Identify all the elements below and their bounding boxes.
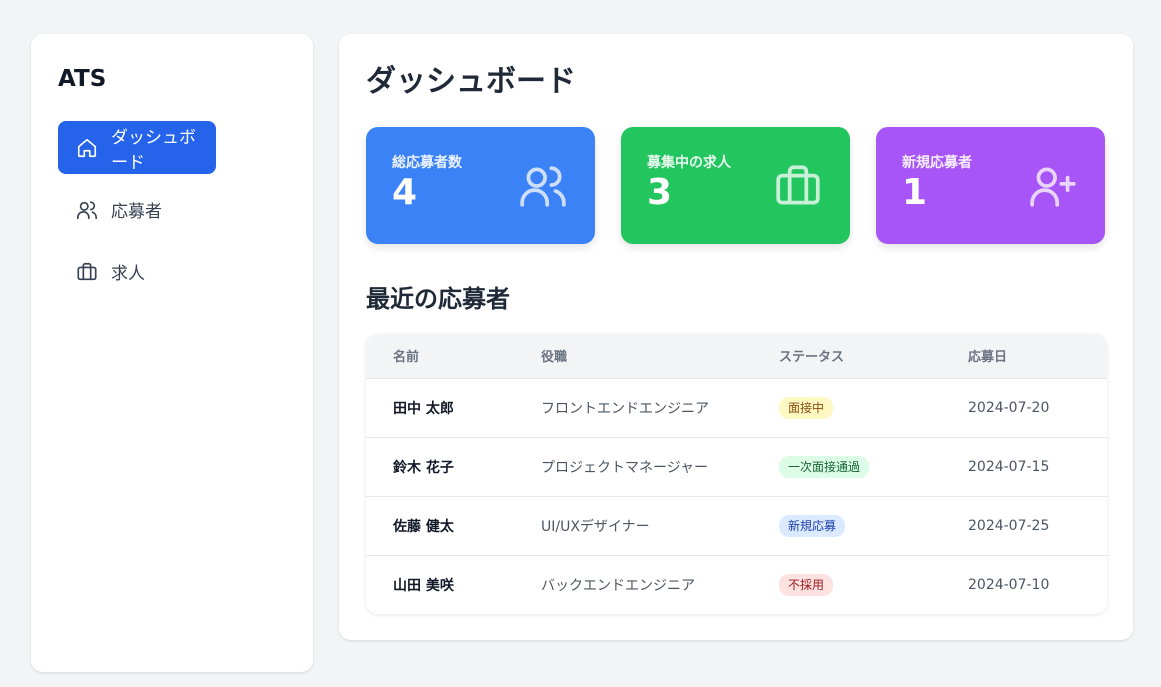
sidebar-item-applicants[interactable]: 応募者	[58, 183, 216, 236]
applicant-role: プロジェクトマネージャー	[541, 459, 709, 476]
sidebar-item-jobs[interactable]: 求人	[58, 245, 216, 298]
applicant-name: 田中 太郎	[393, 400, 454, 417]
status-badge: 一次面接通過	[779, 455, 870, 478]
sidebar-item-label: 応募者	[111, 202, 162, 222]
applied-date: 2024-07-15	[968, 458, 1050, 475]
applicant-role: バックエンドエンジニア	[541, 577, 695, 594]
users-icon	[76, 199, 98, 221]
applied-date: 2024-07-20	[968, 399, 1050, 416]
table-row[interactable]: 佐藤 健太 UI/UXデザイナー 新規応募 2024-07-25	[366, 496, 1107, 555]
main-panel: ダッシュボード 総応募者数 4 募集中の求人 3 新規応募者 1 最近の応募者 …	[339, 34, 1133, 640]
briefcase-icon	[773, 161, 823, 211]
table-header-row: 名前 役職 ステータス 応募日	[366, 334, 1107, 378]
status-badge: 面接中	[779, 396, 834, 419]
users-icon	[518, 161, 568, 211]
applicant-role: フロントエンドエンジニア	[541, 400, 709, 417]
sidebar-item-label: ダッシュボード	[111, 127, 196, 173]
sidebar: ATS ダッシュボード 応募者 求人	[31, 34, 313, 672]
column-header-role: 役職	[541, 350, 568, 366]
sidebar-item-label: 求人	[111, 264, 145, 284]
applicant-name: 鈴木 花子	[393, 459, 454, 476]
status-badge: 不採用	[779, 573, 834, 596]
app-brand: ATS	[58, 66, 107, 92]
applicant-name: 山田 美咲	[393, 577, 454, 594]
applied-date: 2024-07-25	[968, 517, 1050, 534]
column-header-date: 応募日	[968, 350, 1008, 366]
column-header-name: 名前	[393, 350, 420, 366]
table-row[interactable]: 鈴木 花子 プロジェクトマネージャー 一次面接通過 2024-07-15	[366, 437, 1107, 496]
status-badge: 新規応募	[779, 514, 846, 537]
stat-card-new-applicants: 新規応募者 1	[876, 127, 1105, 244]
applied-date: 2024-07-10	[968, 576, 1050, 593]
applicant-name: 佐藤 健太	[393, 518, 454, 535]
column-header-status: ステータス	[779, 350, 845, 366]
stat-cards: 総応募者数 4 募集中の求人 3 新規応募者 1	[366, 127, 1106, 244]
applicant-role: UI/UXデザイナー	[541, 518, 650, 535]
stat-card-open-jobs: 募集中の求人 3	[621, 127, 850, 244]
table-row[interactable]: 田中 太郎 フロントエンドエンジニア 面接中 2024-07-20	[366, 378, 1107, 437]
sidebar-nav: ダッシュボード 応募者 求人	[58, 121, 286, 298]
page-title: ダッシュボード	[366, 64, 576, 99]
briefcase-icon	[76, 261, 98, 283]
user-plus-icon	[1028, 161, 1078, 211]
table-row[interactable]: 山田 美咲 バックエンドエンジニア 不採用 2024-07-10	[366, 555, 1107, 614]
stat-card-total-applicants: 総応募者数 4	[366, 127, 595, 244]
sidebar-item-dashboard[interactable]: ダッシュボード	[58, 121, 216, 174]
recent-applicants-title: 最近の応募者	[366, 285, 510, 313]
home-icon	[76, 137, 98, 159]
recent-applicants-table: 名前 役職 ステータス 応募日 田中 太郎 フロントエンドエンジニア 面接中 2…	[366, 334, 1107, 614]
